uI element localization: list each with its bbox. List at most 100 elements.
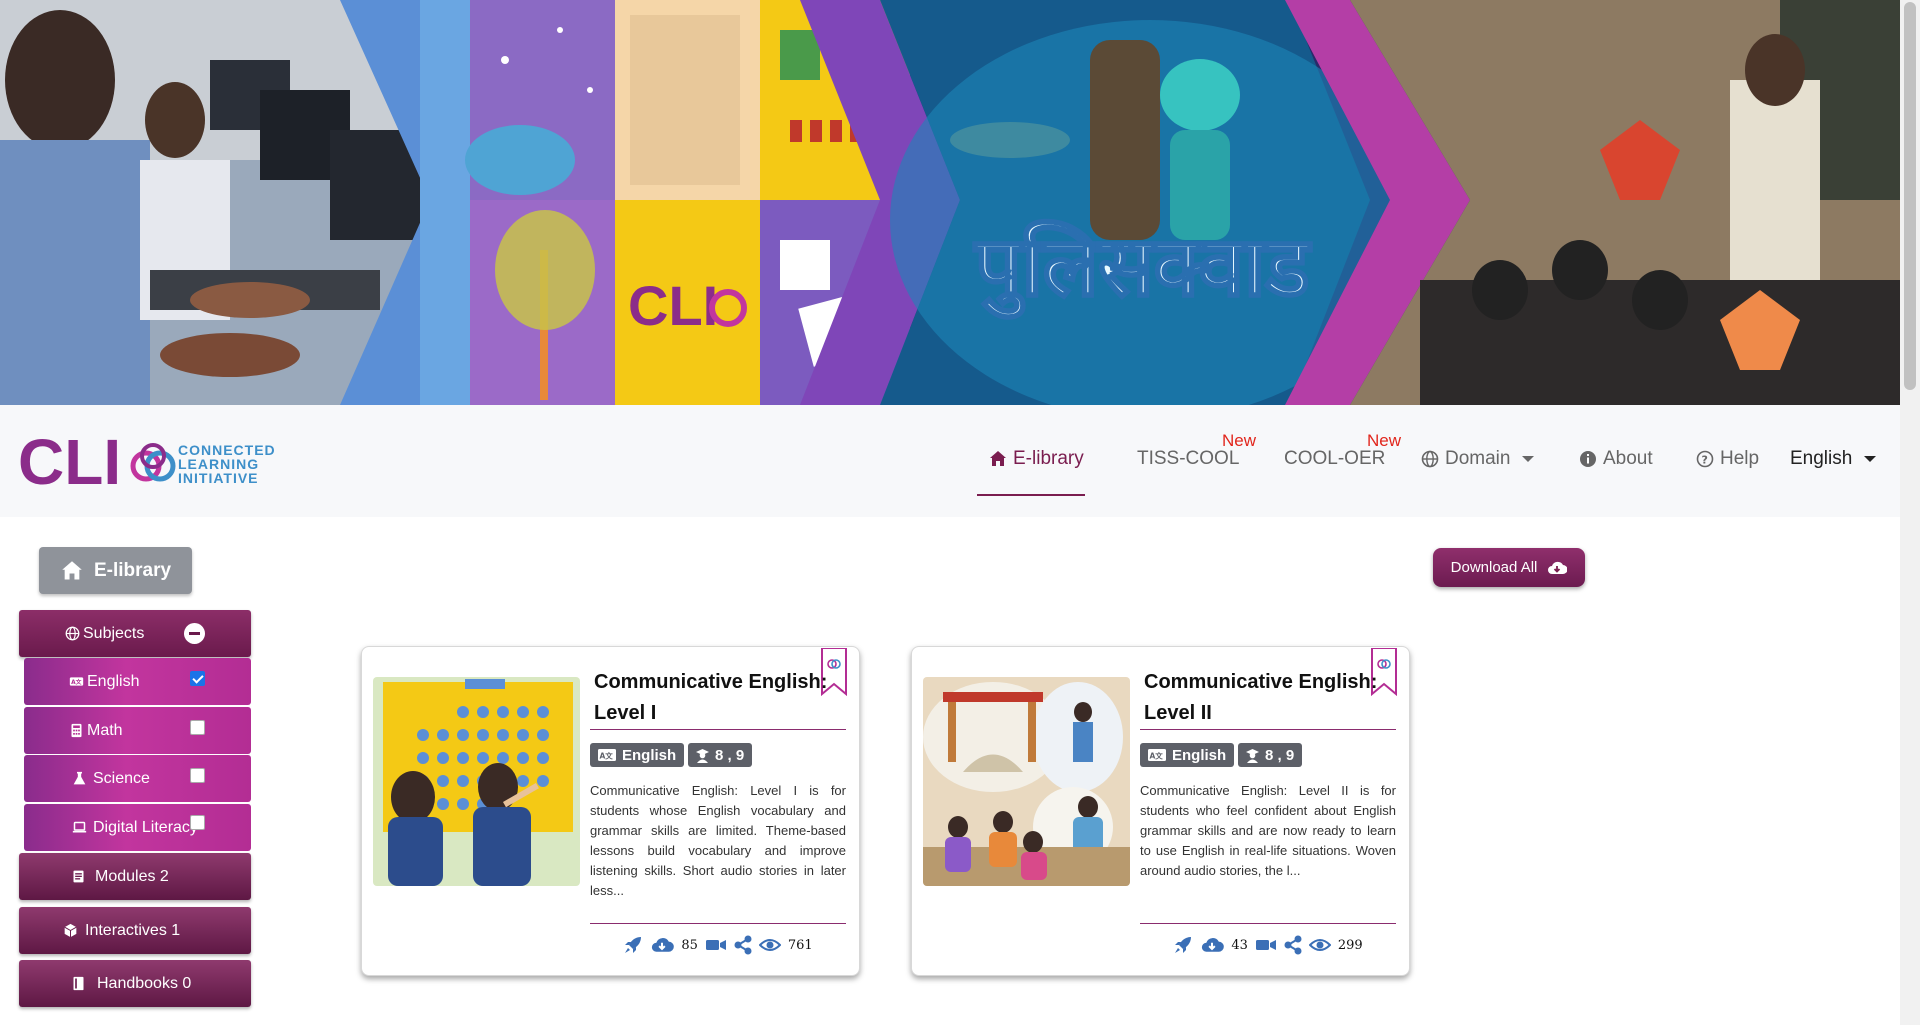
brand-line-2: LEARNING xyxy=(178,456,260,472)
home-icon xyxy=(62,560,82,580)
student-icon xyxy=(1246,748,1259,763)
story-illustration xyxy=(923,677,1130,886)
subject-math-checkbox[interactable] xyxy=(190,720,205,735)
new-badge-cool-oer: New xyxy=(1367,431,1402,450)
subject-item-digital-literacy-label: Digital Literacy xyxy=(93,818,198,836)
nav-help[interactable]: ? Help xyxy=(1696,448,1759,470)
module-description: Communicative English: Level I is for st… xyxy=(590,783,846,898)
module-title-line-2: Level I xyxy=(594,702,657,724)
subject-item-science[interactable]: Science xyxy=(24,755,251,802)
nav-cool-oer-label: COOL-OER xyxy=(1284,448,1386,469)
video-icon[interactable] xyxy=(705,937,727,953)
module-description: Communicative English: Level II is for s… xyxy=(1140,783,1396,878)
module-title[interactable]: Communicative English: Level I xyxy=(594,667,834,729)
laptop-icon xyxy=(72,821,87,833)
handbooks-label: Handbooks 0 xyxy=(97,974,192,992)
student-icon xyxy=(696,748,709,763)
subjects-label: Subjects xyxy=(83,624,145,642)
module-card[interactable]: Communicative English: Level II A文 Engli… xyxy=(911,646,1410,976)
eye-icon xyxy=(758,939,781,951)
language-icon: A文 xyxy=(1148,749,1166,761)
nav-about[interactable]: About xyxy=(1579,448,1653,470)
svg-text:A文: A文 xyxy=(1150,751,1164,761)
handbooks-item[interactable]: Handbooks 0 xyxy=(19,960,251,1007)
module-thumbnail[interactable] xyxy=(373,677,580,886)
subject-english-checkbox[interactable] xyxy=(190,671,205,686)
subject-tag: A文 English xyxy=(590,743,685,767)
nav-cool-oer[interactable]: COOL-OER xyxy=(1284,448,1385,470)
subject-tag: A文 English xyxy=(1140,743,1235,767)
flask-icon xyxy=(73,771,86,785)
title-divider xyxy=(590,729,846,730)
download-count: 85 xyxy=(681,937,698,953)
modules-item[interactable]: Modules 2 xyxy=(19,853,251,900)
grade-tag: 8 , 9 xyxy=(688,743,753,767)
share-icon[interactable] xyxy=(1284,935,1302,955)
nav-domain-label: Domain xyxy=(1445,448,1511,469)
nav-about-label: About xyxy=(1603,448,1653,469)
brand-line-3: INITIATIVE xyxy=(178,470,259,486)
svg-text:?: ? xyxy=(1702,454,1708,467)
subject-item-science-label: Science xyxy=(93,769,150,787)
modules-label: Modules 2 xyxy=(95,867,169,885)
module-title[interactable]: Communicative English: Level II xyxy=(1144,667,1384,729)
calendar-illustration xyxy=(373,677,580,886)
nav-tiss-cool-label: TISS-COOL xyxy=(1137,448,1240,469)
subject-tag-label: English xyxy=(622,746,677,764)
share-icon[interactable] xyxy=(734,935,752,955)
page-scrollbar[interactable] xyxy=(1900,0,1920,1025)
module-title-line-2: Level II xyxy=(1144,702,1212,724)
nav-elibrary-label: E-library xyxy=(1013,448,1084,469)
interactives-label: Interactives 1 xyxy=(85,921,181,939)
subject-item-english[interactable]: A文 English xyxy=(24,658,251,705)
language-label: English xyxy=(1790,448,1853,469)
rocket-icon[interactable] xyxy=(623,935,643,955)
description-divider xyxy=(1140,923,1396,924)
subject-item-math[interactable]: Math xyxy=(24,707,251,754)
title-divider xyxy=(1140,729,1396,730)
elibrary-home-label: E-library xyxy=(93,559,172,581)
chevron-down-icon xyxy=(1864,456,1877,462)
subject-item-digital-literacy[interactable]: Digital Literacy xyxy=(24,804,251,851)
svg-text:CLI: CLI xyxy=(18,430,121,494)
language-icon: A文 xyxy=(598,749,616,761)
cloud-download-icon[interactable] xyxy=(1200,936,1225,954)
language-dropdown[interactable]: English xyxy=(1790,448,1877,470)
elibrary-home-button[interactable]: E-library xyxy=(39,547,192,594)
scrollbar-thumb[interactable] xyxy=(1904,2,1916,390)
rocket-icon[interactable] xyxy=(1173,935,1193,955)
svg-text:पुलिसक्वाड: पुलिसक्वाड xyxy=(973,220,1311,319)
brand-tagline: CONNECTED LEARNING INITIATIVE xyxy=(178,443,276,485)
new-badge-tiss-cool: New xyxy=(1222,431,1257,450)
module-thumbnail[interactable] xyxy=(923,677,1130,886)
subjects-toggle[interactable]: Subjects xyxy=(19,610,251,657)
globe-icon xyxy=(1421,450,1439,468)
svg-text:A文: A文 xyxy=(71,678,82,686)
download-all-button[interactable]: Download All xyxy=(1433,548,1585,587)
subject-digital-literacy-checkbox[interactable] xyxy=(190,815,205,830)
collapse-minus-icon[interactable] xyxy=(184,623,205,644)
cloud-download-icon[interactable] xyxy=(650,936,675,954)
nav-elibrary[interactable]: E-library xyxy=(989,448,1084,470)
view-count: 299 xyxy=(1337,937,1363,953)
interactives-item[interactable]: Interactives 1 xyxy=(19,907,251,954)
module-card[interactable]: Communicative English: Level I A文 Englis… xyxy=(361,646,860,976)
globe-icon xyxy=(65,626,80,641)
chevron-down-icon xyxy=(1522,456,1535,462)
view-count: 761 xyxy=(787,937,813,953)
module-title-line-1: Communicative English: xyxy=(1144,671,1378,693)
top-navbar: CLI CONNECTED LEARNING INITIATIVE E-libr… xyxy=(0,405,1900,517)
video-icon[interactable] xyxy=(1255,937,1277,953)
question-icon: ? xyxy=(1696,450,1714,468)
nav-tiss-cool[interactable]: TISS-COOL xyxy=(1137,448,1239,470)
grade-tag-label: 8 , 9 xyxy=(715,746,745,764)
home-icon xyxy=(990,451,1006,466)
hero-banner: CLI पुलिसक्वाड xyxy=(0,0,1900,405)
subject-item-english-label: English xyxy=(87,672,140,690)
cloud-download-icon xyxy=(1548,561,1568,574)
nav-domain-dropdown[interactable]: Domain xyxy=(1421,448,1535,470)
subject-science-checkbox[interactable] xyxy=(190,768,205,783)
description-divider xyxy=(590,923,846,924)
banner-collage: CLI पुलिसक्वाड xyxy=(0,0,1900,405)
grade-tag-label: 8 , 9 xyxy=(1265,746,1295,764)
